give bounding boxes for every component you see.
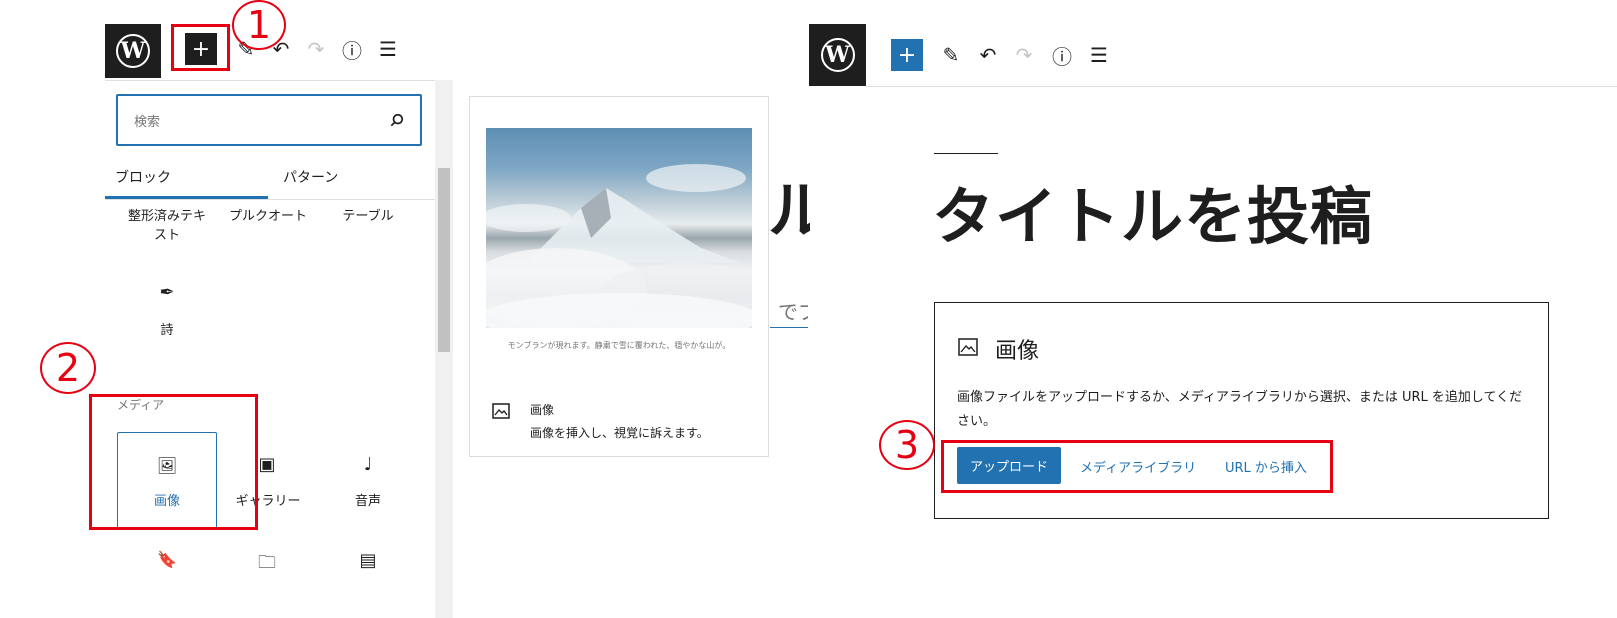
preview-block-name: 画像 — [530, 403, 555, 417]
list-view-icon[interactable]: ☰ — [373, 34, 403, 64]
redo-icon[interactable]: ↷ — [1009, 40, 1039, 70]
wordpress-icon: W — [116, 34, 150, 68]
search-input[interactable]: 検索 — [116, 94, 422, 146]
preview-image-caption: モンブランが現れます。静粛で雪に覆われた、穏やかな山が。 — [507, 341, 731, 350]
pen-icon[interactable]: ✎ — [936, 40, 966, 70]
annotation-number-1: 1 — [232, 0, 286, 50]
image-block-instructions: 画像ファイルをアップロードするか、メディアライブラリから選択、または URL を… — [957, 390, 1523, 429]
wordpress-logo-right[interactable]: W — [809, 24, 866, 86]
file-icon[interactable]: 🗀 — [252, 550, 282, 580]
annotation-box-1 — [171, 24, 230, 71]
poem-icon: ✒ — [159, 282, 175, 303]
redo-icon[interactable]: ↷ — [301, 34, 331, 64]
annotation-box-3 — [941, 440, 1333, 493]
info-icon[interactable]: ⓘ — [1047, 40, 1077, 70]
plus-icon: + — [897, 42, 917, 68]
info-icon[interactable]: ⓘ — [337, 34, 367, 64]
annotation-number-3: 3 — [879, 420, 935, 470]
search-placeholder: 検索 — [134, 114, 161, 130]
block-preformatted[interactable]: 整形済みテキスト — [126, 207, 208, 245]
preview-image-icon — [492, 403, 510, 419]
editor-background-underline — [770, 327, 808, 328]
tab-blocks[interactable]: ブロック — [115, 167, 171, 187]
wordpress-logo[interactable]: W — [105, 24, 161, 78]
list-view-icon[interactable]: ☰ — [1084, 40, 1114, 70]
image-block-icon — [958, 338, 978, 356]
wordpress-icon-right: W — [820, 38, 855, 72]
annotation-number-2: 2 — [40, 342, 96, 394]
preview-block-description: 画像を挿入し、視覚に訴えます。 — [530, 426, 709, 440]
right-toolbar-divider — [866, 86, 1617, 87]
preview-image — [486, 128, 752, 328]
block-table[interactable]: テーブル — [328, 207, 408, 226]
block-poem[interactable]: 詩 — [147, 321, 187, 340]
block-audio[interactable]: 音声 — [338, 492, 398, 511]
post-title[interactable]: タイトルを投稿 — [932, 166, 1373, 256]
editor-background-title-fragment: ル — [768, 174, 810, 247]
annotation-box-2 — [89, 394, 258, 530]
add-block-button-active[interactable]: + — [891, 39, 923, 71]
image-block-title: 画像 — [995, 339, 1040, 364]
title-separator — [934, 153, 998, 154]
inserter-scrollbar-thumb[interactable] — [438, 168, 450, 352]
cover-icon[interactable]: 🔖 — [152, 550, 182, 569]
tab-patterns[interactable]: パターン — [283, 167, 338, 187]
tabs-divider — [105, 199, 435, 200]
audio-icon: ♩ — [363, 454, 373, 475]
inserter-panel — [105, 80, 435, 618]
editor-background-text-fragment: でブ — [778, 300, 808, 324]
block-pullquote[interactable]: プルクオート — [226, 207, 310, 226]
search-icon — [390, 113, 404, 127]
undo-icon[interactable]: ↶ — [973, 40, 1003, 70]
media-text-icon[interactable]: ▤ — [353, 550, 383, 571]
